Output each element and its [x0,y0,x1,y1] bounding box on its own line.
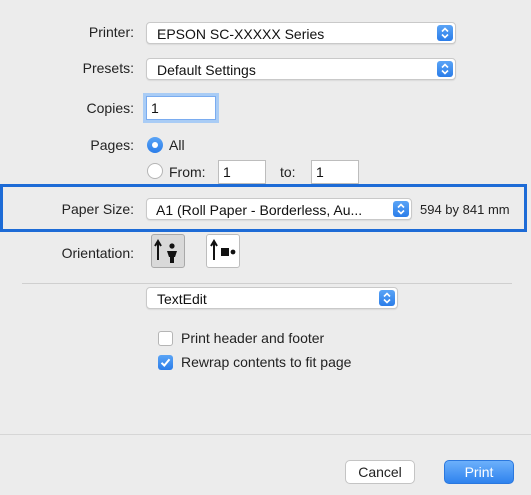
footer-divider [0,434,531,435]
updown-arrows-icon [437,25,453,41]
orientation-label: Orientation: [61,245,134,261]
presets-popup[interactable]: Default Settings [146,58,456,80]
print-dialog: Printer: EPSON SC-XXXXX Series Presets: … [0,0,531,495]
rewrap-label: Rewrap contents to fit page [181,354,352,370]
pages-from-label: From: [169,164,206,180]
cancel-button[interactable]: Cancel [345,460,415,484]
checkmark-icon [160,358,171,367]
section-popup-value: TextEdit [157,291,207,307]
paper-size-label: Paper Size: [61,201,134,217]
pages-to-field[interactable]: 1 [311,160,359,184]
orientation-landscape-button[interactable] [206,234,240,268]
copies-field[interactable]: 1 [146,96,216,120]
header-footer-checkbox[interactable] [158,331,173,346]
rewrap-checkbox[interactable] [158,355,173,370]
updown-arrows-icon [437,61,453,77]
paper-size-popup[interactable]: A1 (Roll Paper - Borderless, Au... [146,198,412,220]
landscape-person-icon [210,239,236,260]
updown-arrows-icon [393,201,409,217]
pages-all-label: All [169,137,185,153]
pages-from-field[interactable]: 1 [218,160,266,184]
pages-label: Pages: [90,137,134,153]
pages-from-radio[interactable] [147,163,163,179]
paper-size-dimensions: 594 by 841 mm [420,202,510,217]
section-divider [22,283,512,284]
pages-all-radio[interactable] [147,137,163,153]
presets-label: Presets: [82,60,134,76]
paper-size-value: A1 (Roll Paper - Borderless, Au... [156,202,363,218]
header-footer-label: Print header and footer [181,330,325,346]
printer-value: EPSON SC-XXXXX Series [157,26,325,42]
printer-popup[interactable]: EPSON SC-XXXXX Series [146,22,456,44]
updown-arrows-icon [379,290,395,306]
orientation-portrait-button[interactable] [151,234,185,268]
presets-value: Default Settings [157,62,256,78]
portrait-person-icon [154,239,177,263]
copies-label: Copies: [86,100,134,116]
section-popup[interactable]: TextEdit [146,287,398,309]
print-button[interactable]: Print [444,460,514,484]
printer-label: Printer: [88,24,134,40]
pages-to-label: to: [280,164,296,180]
